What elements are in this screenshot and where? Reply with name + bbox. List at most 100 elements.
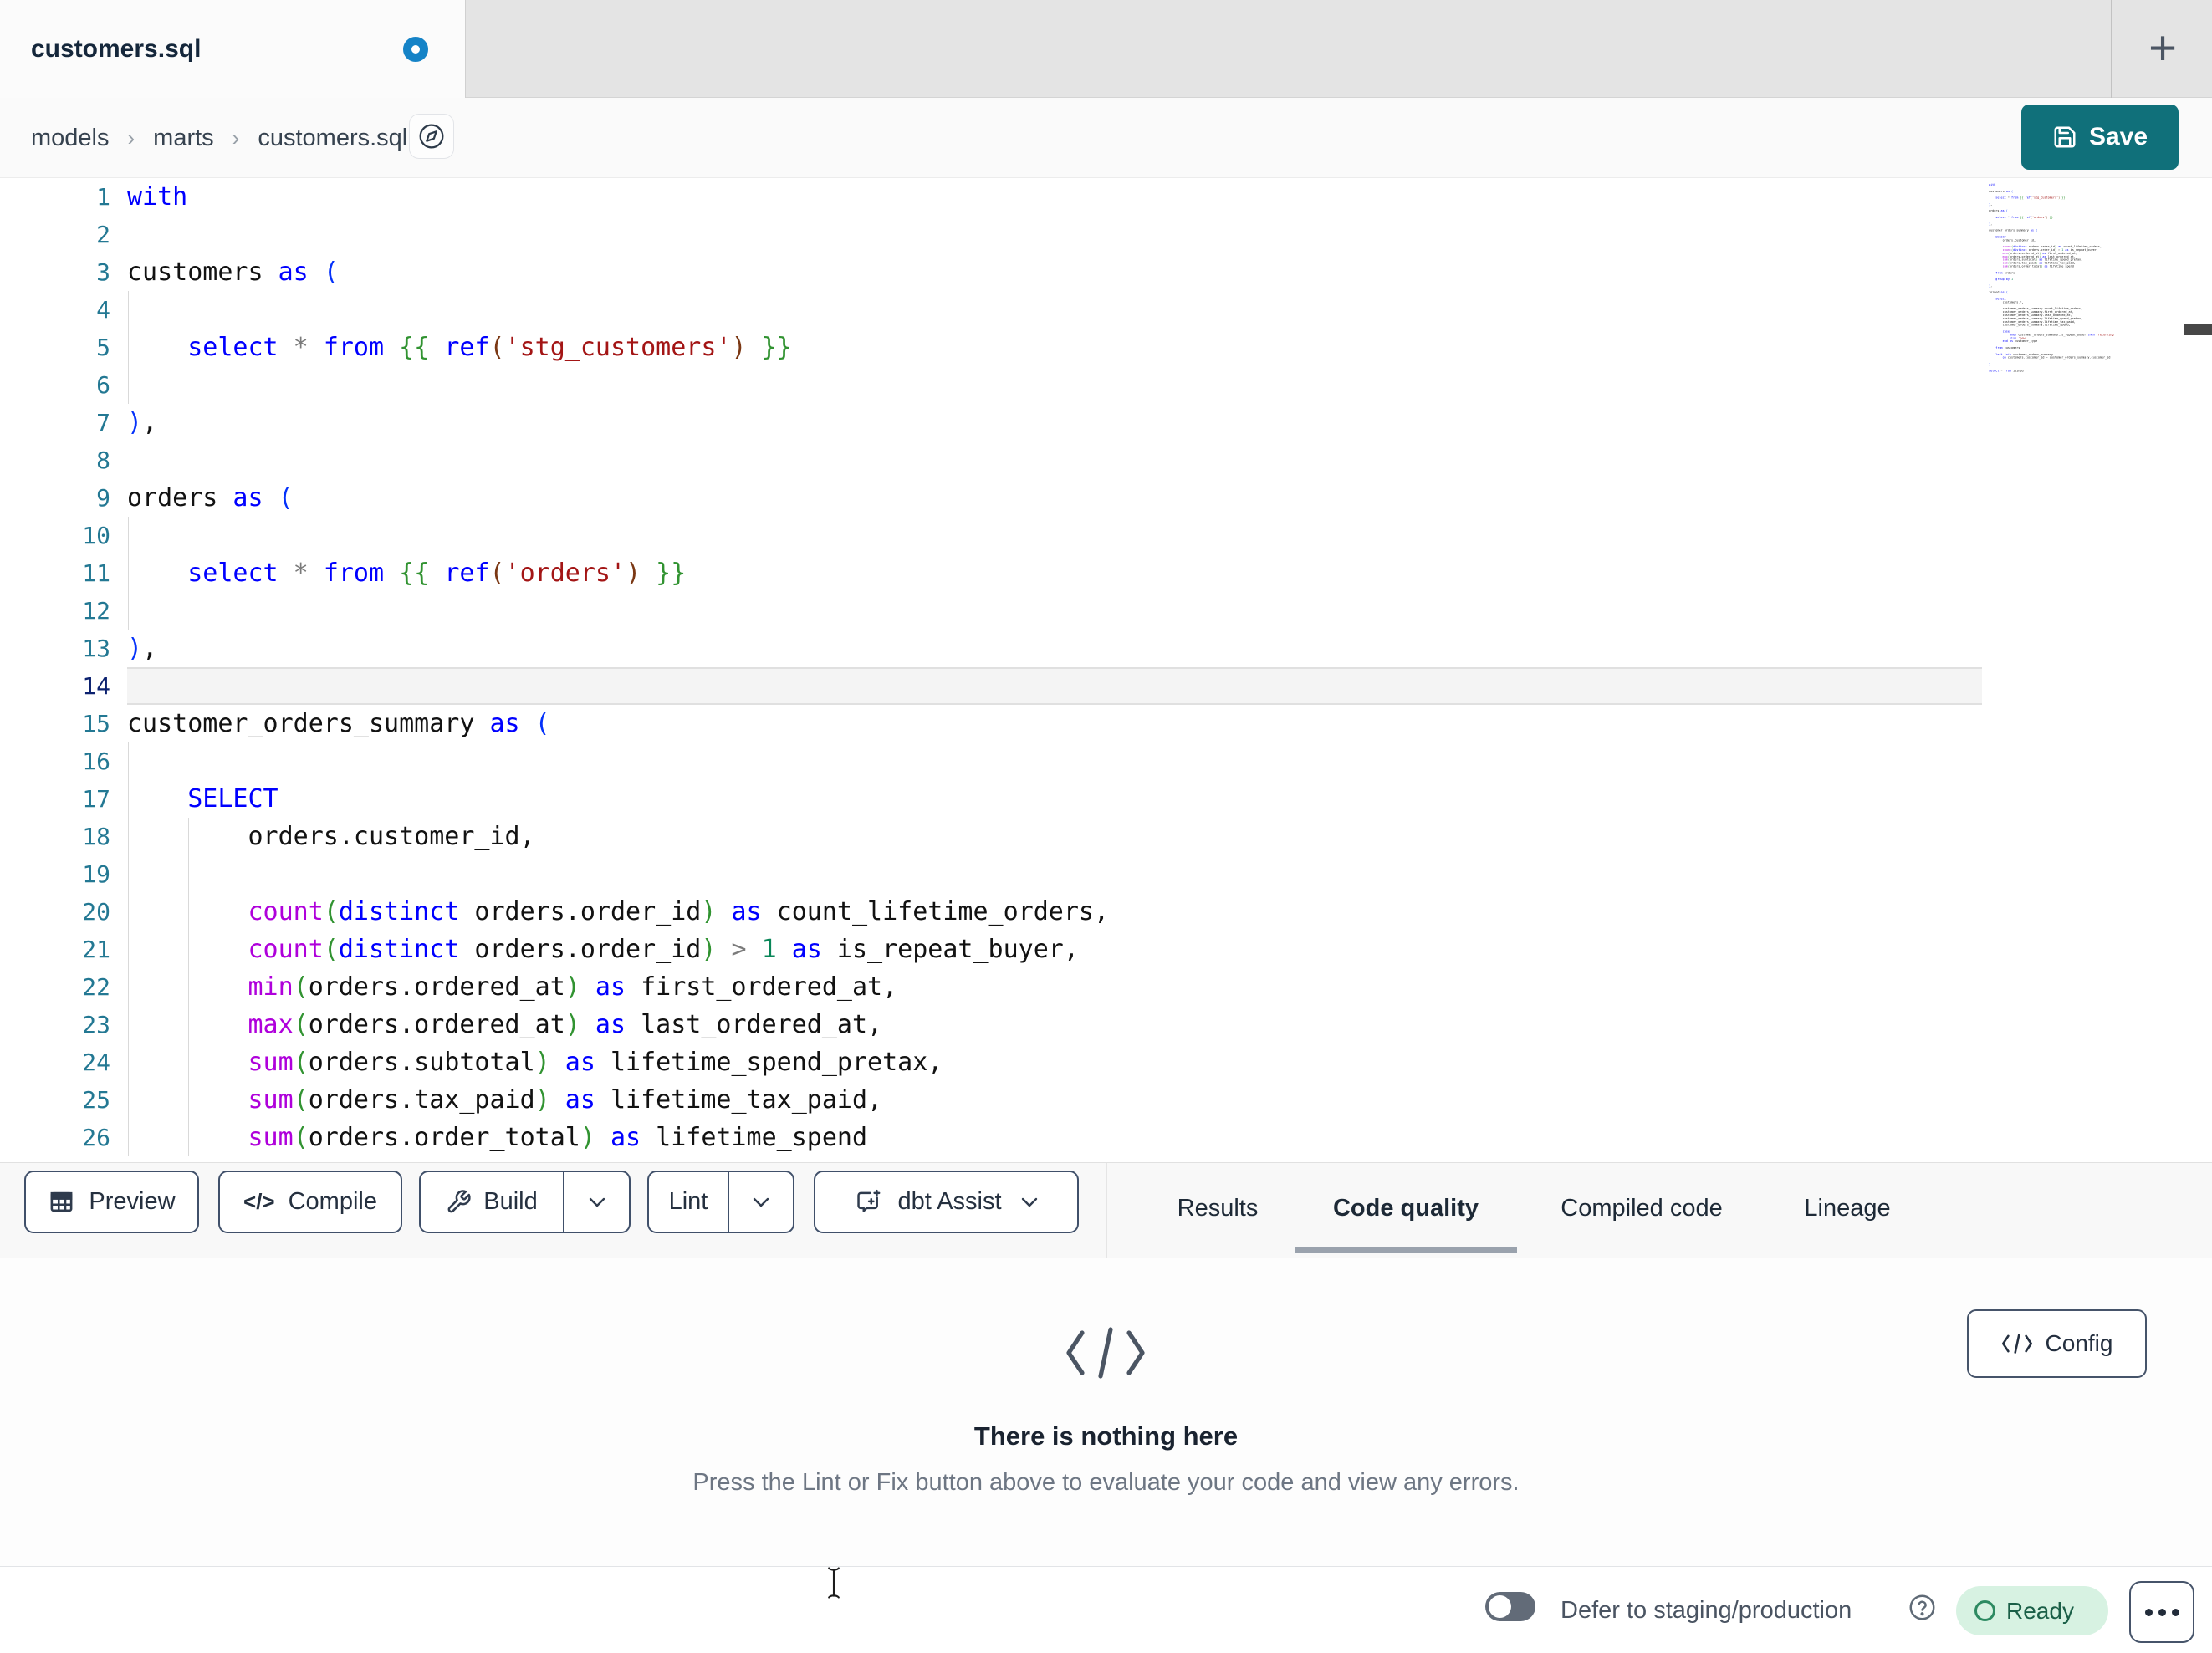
code-line-9[interactable]: 9 orders as ( (0, 479, 2212, 517)
code-text: max(orders.ordered_at) as last_ordered_a… (248, 1010, 883, 1039)
code-line-23[interactable]: 23 max(orders.ordered_at) as last_ordere… (0, 1006, 2212, 1043)
code-line-18[interactable]: 18 orders.customer_id, (0, 818, 2212, 855)
line-number: 3 (96, 258, 110, 286)
line-number: 8 (96, 446, 110, 474)
code-brackets-icon (2001, 1333, 2033, 1355)
open-in-tree-button[interactable] (409, 114, 454, 159)
code-line-13[interactable]: 13), (0, 630, 2212, 667)
line-number: 9 (96, 484, 110, 512)
line-number: 15 (82, 710, 110, 737)
status-badge-ready: Ready (1956, 1586, 2108, 1635)
code-line-6[interactable]: 6 (0, 366, 2212, 404)
code-text: count(distinct orders.order_id) > 1 as i… (248, 935, 1079, 964)
defer-toggle[interactable] (1485, 1592, 1535, 1621)
line-number: 25 (82, 1086, 110, 1114)
code-line-3[interactable]: 3 customers as ( (0, 253, 2212, 291)
tab-code-quality[interactable]: Code quality (1328, 1163, 1484, 1254)
code-quality-panel: There is nothing here Press the Lint or … (0, 1258, 2212, 1566)
breadcrumb-item-models[interactable]: models (31, 125, 110, 152)
table-icon (48, 1189, 75, 1215)
tab-compiled-code[interactable]: Compiled code (1556, 1163, 1727, 1254)
code-text: ), (127, 408, 158, 437)
build-dropdown-button[interactable] (564, 1172, 629, 1232)
line-number: 1 (96, 183, 110, 211)
ready-ring-icon (1974, 1600, 1995, 1621)
indent-guide (188, 855, 189, 893)
code-line-25[interactable]: 25 sum(orders.tax_paid) as lifetime_tax_… (0, 1081, 2212, 1119)
code-line-22[interactable]: 22 min(orders.ordered_at) as first_order… (0, 968, 2212, 1006)
scrollbar-marker[interactable] (2184, 324, 2212, 335)
code-line-21[interactable]: 21 count(distinct orders.order_id) > 1 a… (0, 931, 2212, 968)
code-line-20[interactable]: 20 count(distinct orders.order_id) as co… (0, 893, 2212, 931)
breadcrumb-separator: › (232, 125, 240, 151)
code-brackets-icon: </> (243, 1189, 275, 1214)
line-number: 23 (82, 1011, 110, 1038)
indent-guide (128, 592, 129, 630)
lint-dropdown-button[interactable] (729, 1172, 793, 1232)
line-number: 22 (82, 973, 110, 1001)
line-number: 20 (82, 898, 110, 926)
line-number: 6 (96, 371, 110, 399)
indent-guide (128, 517, 129, 554)
code-text: min(orders.ordered_at) as first_ordered_… (248, 972, 898, 1002)
code-text: SELECT (187, 784, 278, 814)
code-brackets-icon (1064, 1324, 1147, 1382)
save-icon (2052, 125, 2077, 150)
code-line-5[interactable]: 5 select * from {{ ref('stg_customers') … (0, 329, 2212, 366)
code-text: count(distinct orders.order_id) as count… (248, 897, 1110, 926)
line-number: 10 (82, 522, 110, 549)
tab-customers-sql[interactable]: customers.sql (0, 0, 466, 99)
code-line-14[interactable]: 14 (0, 667, 2212, 705)
bottom-toolbar: Preview </> Compile Build Lint dbt Assis… (0, 1162, 2212, 1259)
code-line-15[interactable]: 15 customer_orders_summary as ( (0, 705, 2212, 742)
code-line-10[interactable]: 10 (0, 517, 2212, 554)
chevron-down-icon (1020, 1196, 1039, 1208)
code-line-26[interactable]: 26 sum(orders.order_total) as lifetime_s… (0, 1119, 2212, 1156)
toggle-knob (1489, 1595, 1511, 1618)
new-tab-button[interactable]: + (2131, 18, 2194, 79)
line-number: 14 (82, 672, 110, 700)
code-line-2[interactable]: 2 (0, 216, 2212, 253)
assist-chat-sparkle-icon (854, 1187, 884, 1217)
breadcrumb-item-marts[interactable]: marts (153, 125, 214, 152)
dbt-assist-button[interactable]: dbt Assist (814, 1171, 1079, 1233)
code-line-11[interactable]: 11 select * from {{ ref('orders') }} (0, 554, 2212, 592)
code-line-8[interactable]: 8 (0, 441, 2212, 479)
chevron-down-icon (588, 1196, 606, 1208)
code-line-24[interactable]: 24 sum(orders.subtotal) as lifetime_spen… (0, 1043, 2212, 1081)
code-line-1[interactable]: 1 with (0, 178, 2212, 216)
code-text: select * from {{ ref('orders') }} (187, 559, 687, 588)
line-number: 13 (82, 635, 110, 662)
save-button[interactable]: Save (2021, 105, 2179, 170)
code-line-4[interactable]: 4 (0, 291, 2212, 329)
code-line-17[interactable]: 17 SELECT (0, 780, 2212, 818)
ellipsis-icon (2144, 1608, 2153, 1616)
overflow-menu-button[interactable] (2129, 1581, 2194, 1643)
code-text: sum(orders.tax_paid) as lifetime_tax_pai… (248, 1085, 883, 1115)
code-line-7[interactable]: 7), (0, 404, 2212, 441)
line-number: 11 (82, 559, 110, 587)
code-line-16[interactable]: 16 (0, 742, 2212, 780)
code-text: customers as ( (127, 258, 339, 287)
lint-button[interactable]: Lint (649, 1172, 728, 1232)
tab-lineage[interactable]: Lineage (1799, 1163, 1895, 1254)
compile-button[interactable]: </> Compile (218, 1171, 402, 1233)
code-line-12[interactable]: 12 (0, 592, 2212, 630)
help-icon[interactable] (1908, 1594, 1936, 1621)
line-number: 12 (82, 597, 110, 625)
code-editor[interactable]: 1 with 2 3 customers as (4 5 select * from {{… (0, 178, 2212, 1162)
line-number: 26 (82, 1124, 110, 1151)
line-number: 4 (96, 296, 110, 324)
config-button[interactable]: Config (1967, 1309, 2147, 1378)
tab-results[interactable]: Results (1172, 1163, 1264, 1254)
line-number: 19 (82, 860, 110, 888)
minimap[interactable]: with customers as ( select * from {{ ref… (1989, 183, 2184, 802)
build-button[interactable]: Build (421, 1172, 563, 1232)
status-bar: Defer to staging/production Ready (0, 1566, 2212, 1653)
breadcrumb-separator: › (127, 125, 135, 151)
preview-button[interactable]: Preview (24, 1171, 199, 1233)
line-number: 5 (96, 334, 110, 361)
code-line-19[interactable]: 19 (0, 855, 2212, 893)
line-number: 21 (82, 936, 110, 963)
breadcrumb: models › marts › customers.sql (31, 98, 407, 178)
